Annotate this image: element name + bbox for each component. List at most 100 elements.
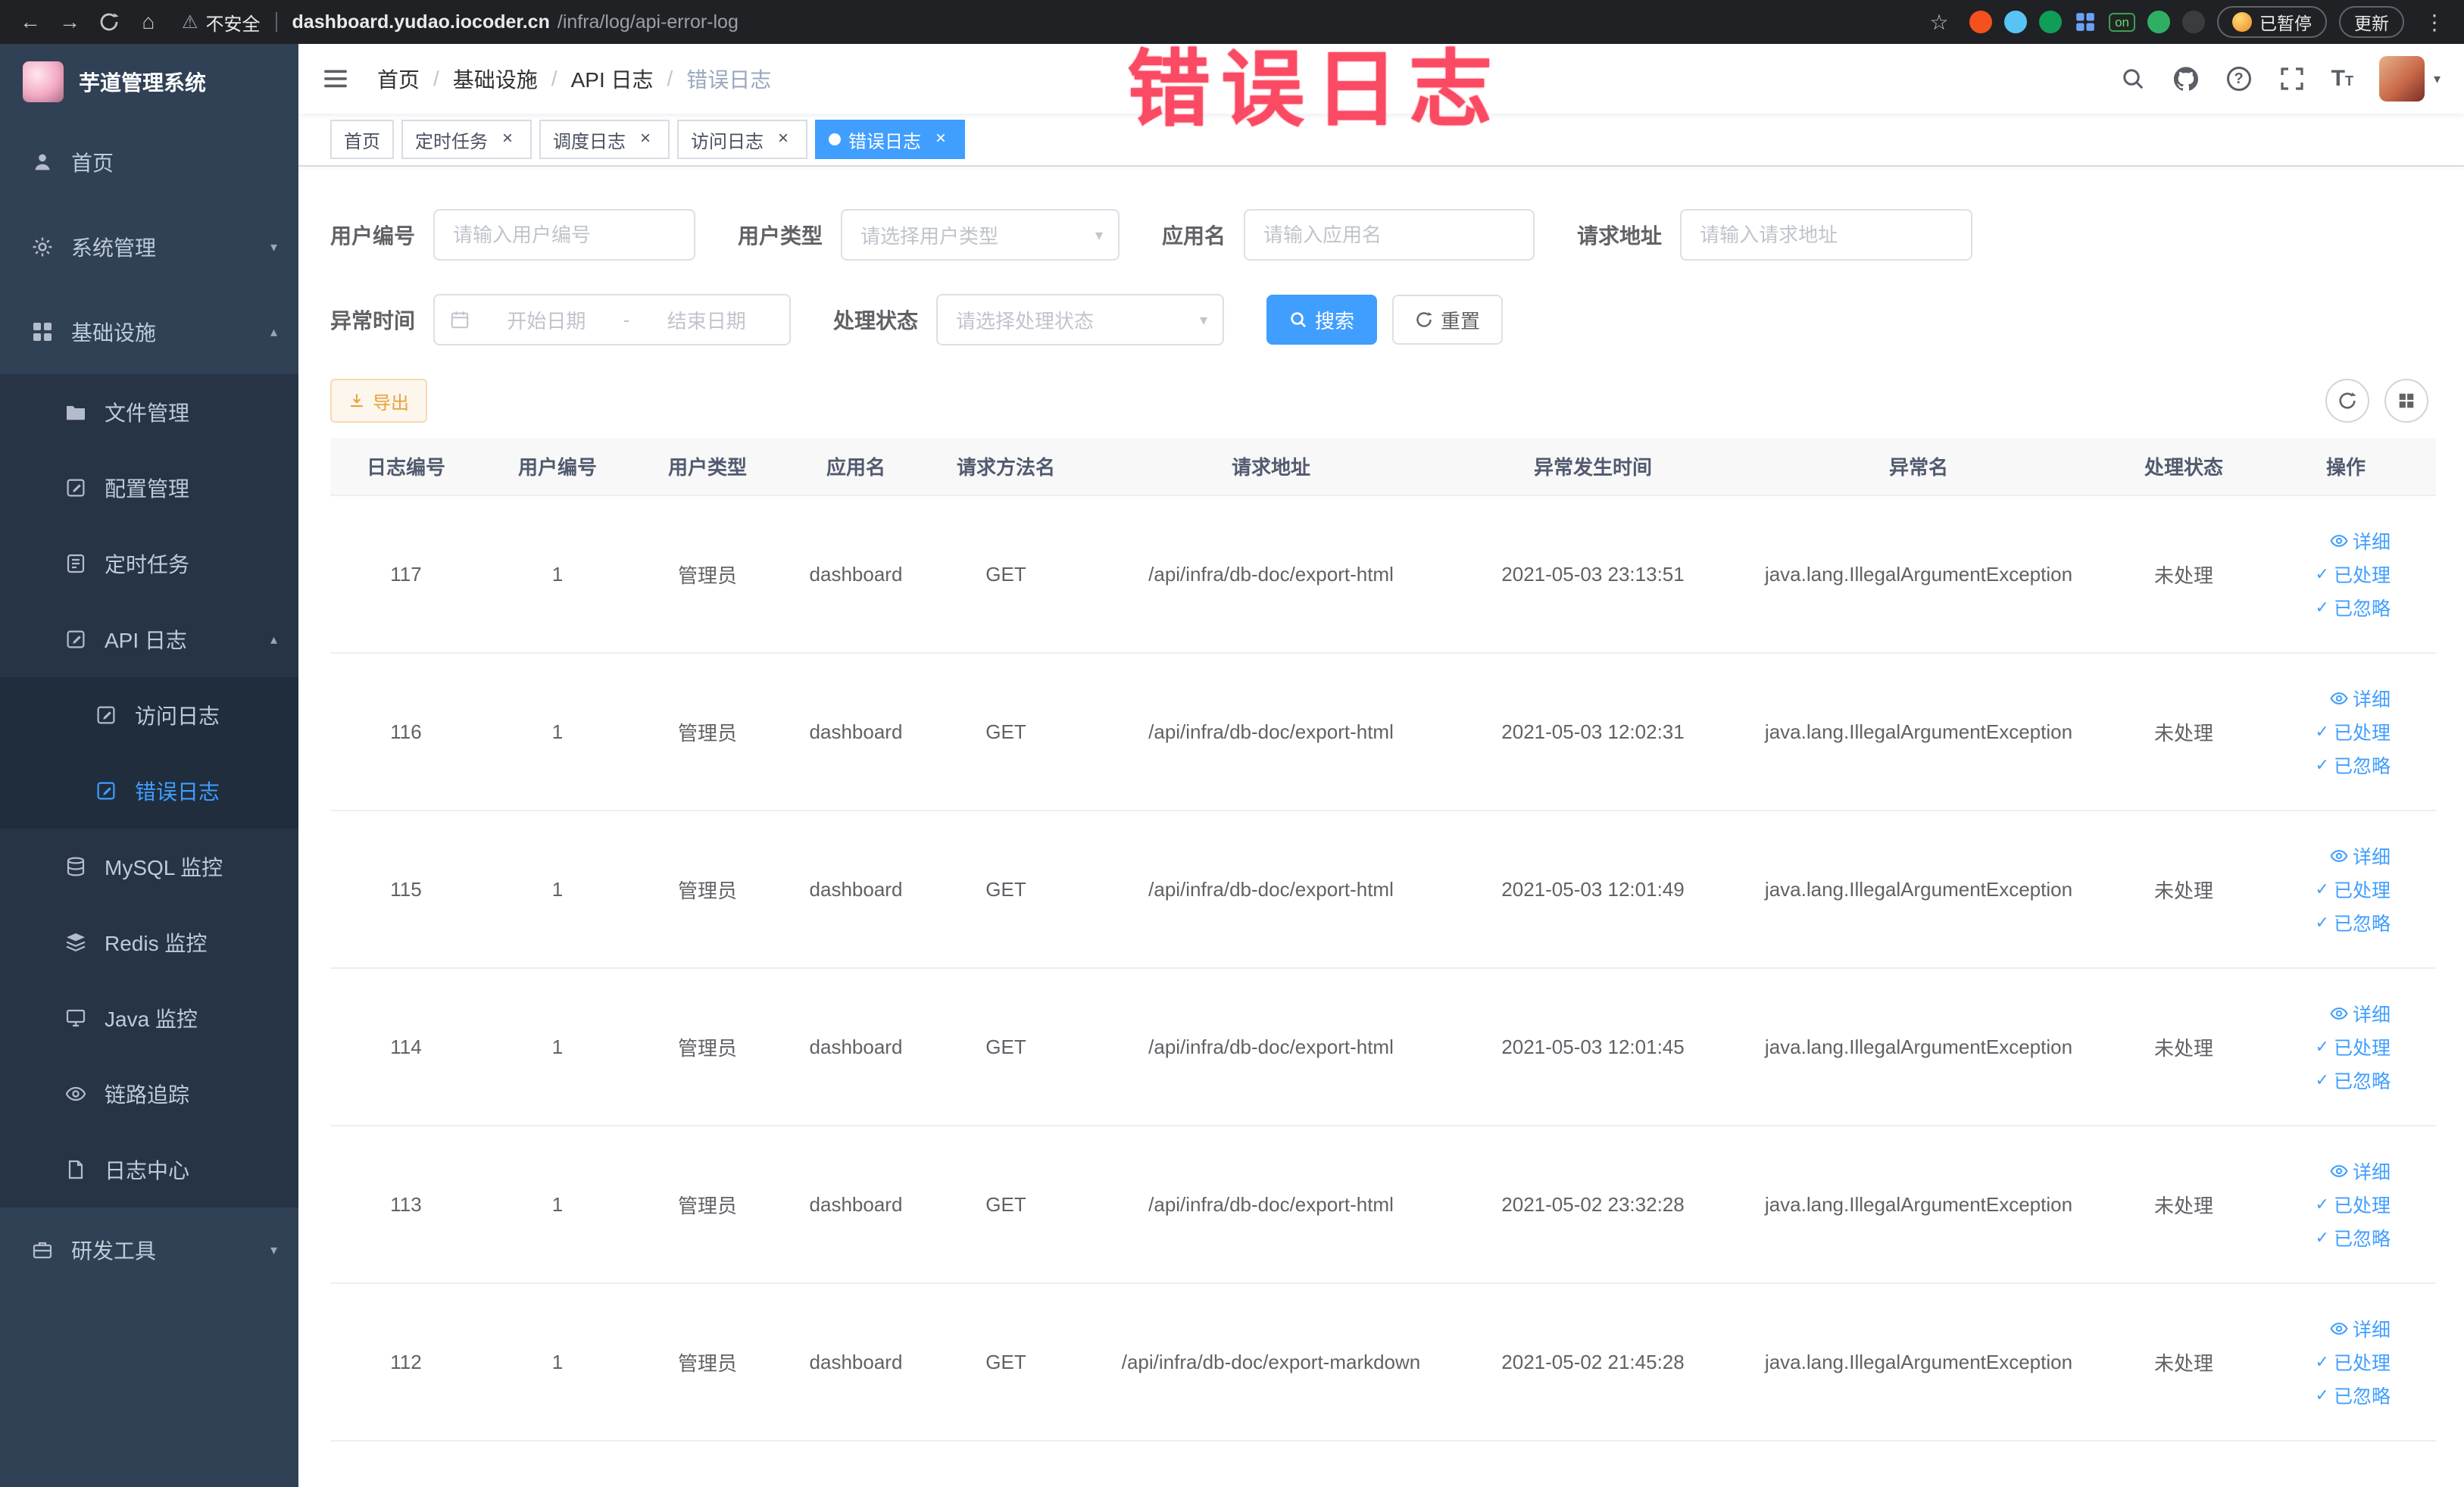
action-detail-link[interactable]: 详细 [2330,842,2391,870]
action-detail-link[interactable]: 详细 [2330,1000,2391,1027]
sidebar-item-file-mgmt[interactable]: 文件管理 [0,374,298,450]
eye-icon [2330,1165,2348,1177]
sidebar-item-error-log[interactable]: 错误日志 [0,753,298,829]
cell-time: 2021-05-03 12:02:31 [1460,653,1725,811]
tab-close-icon[interactable]: × [497,129,518,150]
breadcrumb-infrastructure[interactable]: 基础设施 [453,64,538,94]
sidebar-item-trace[interactable]: 链路追踪 [0,1056,298,1132]
app-logo[interactable]: 芋道管理系统 [0,44,298,120]
browser-menu-icon[interactable]: ⋮ [2416,4,2453,40]
app-name-input[interactable] [1244,209,1535,261]
font-size-icon[interactable]: TT [2331,67,2353,90]
search-icon[interactable] [2119,65,2147,92]
action-ignored-link[interactable]: ✓ 已忽略 [2316,1224,2391,1251]
tab-dispatch-log[interactable]: 调度日志 × [539,120,670,159]
extension-blue-drop-icon[interactable] [2004,11,2028,33]
sidebar-item-system-mgmt[interactable]: 系统管理 ▾ [0,205,298,289]
action-processed-link[interactable]: ✓ 已处理 [2316,876,2391,903]
process-status-select[interactable]: 请选择处理状态 ▾ [936,294,1225,345]
browser-reload-icon[interactable] [91,4,127,40]
sidebar-item-java-monitor[interactable]: Java 监控 [0,980,298,1056]
sidebar-item-dev-tools[interactable]: 研发工具 ▾ [0,1207,298,1292]
chevron-down-icon: ▾ [270,1242,277,1257]
user-menu[interactable]: ▾ [2378,56,2441,102]
browser-forward-icon[interactable]: → [52,4,88,40]
extension-leaf-icon[interactable] [2147,11,2170,33]
cell-time: 2021-05-03 23:13:51 [1460,495,1725,654]
tab-close-icon[interactable]: × [635,129,656,150]
sidebar-item-api-log[interactable]: API 日志 ▴ [0,601,298,677]
filter-row-2: 异常时间 开始日期 - 结束日期 处理状态 请选择处理状态 ▾ 搜索 重置 [330,294,2428,345]
cell-method: GET [930,968,1082,1126]
sidebar-item-redis-monitor[interactable]: Redis 监控 [0,904,298,980]
cell-exception: java.lang.IllegalArgumentException [1725,1283,2112,1442]
bookmark-star-icon[interactable]: ☆ [1921,4,1957,40]
sidebar-item-log-center[interactable]: 日志中心 [0,1132,298,1207]
sidebar-item-infrastructure[interactable]: 基础设施 ▴ [0,289,298,374]
fullscreen-icon[interactable] [2278,65,2306,92]
search-button[interactable]: 搜索 [1266,295,1378,345]
action-detail-link[interactable]: 详细 [2330,1315,2391,1342]
breadcrumb-api-log[interactable]: API 日志 [571,64,654,94]
extension-orange-icon[interactable] [1969,11,1993,33]
tab-close-icon[interactable]: × [773,129,794,150]
collapse-sidebar-button[interactable] [323,64,353,94]
action-processed-link[interactable]: ✓ 已处理 [2316,561,2391,588]
reset-button[interactable]: 重置 [1392,295,1504,345]
export-button[interactable]: 导出 [330,379,427,423]
table-row: 113 1 管理员 dashboard GET/api/infra/db-doc/exp… [330,1126,2436,1284]
paused-button[interactable]: 已暂停 [2217,6,2327,38]
user-type-select[interactable]: 请选择用户类型 ▾ [841,209,1120,261]
action-detail-link[interactable]: 详细 [2330,527,2391,555]
toolbox-icon [30,1239,55,1261]
cell-time: 2021-05-02 23:32:28 [1460,1126,1725,1284]
browser-back-icon[interactable]: ← [12,4,48,40]
extension-on-badge-icon[interactable]: on [2109,12,2135,32]
action-ignored-link[interactable]: ✓ 已忽略 [2316,1382,2391,1409]
update-button[interactable]: 更新 [2339,6,2404,38]
eye-icon [2330,692,2348,704]
browser-home-icon[interactable]: ⌂ [130,4,167,40]
table-toolbar: 导出 [330,379,2428,423]
sidebar-item-home[interactable]: 首页 [0,120,298,205]
process-status-label: 处理状态 [833,309,919,333]
user-avatar[interactable] [2378,56,2425,102]
sidebar-item-access-log[interactable]: 访问日志 [0,677,298,753]
breadcrumb-home[interactable]: 首页 [377,64,420,94]
action-detail-link[interactable]: 详细 [2330,685,2391,712]
action-ignored-link[interactable]: ✓ 已忽略 [2316,1067,2391,1094]
github-icon[interactable] [2172,65,2200,92]
user-id-input[interactable] [433,209,696,261]
cell-id: 114 [330,968,482,1126]
tab-home[interactable]: 首页 [330,120,394,159]
tab-access-log[interactable]: 访问日志 × [677,120,807,159]
request-url-input[interactable] [1680,209,1973,261]
sidebar-item-mysql-monitor[interactable]: MySQL 监控 [0,829,298,904]
action-processed-link[interactable]: ✓ 已处理 [2316,1348,2391,1376]
extension-green-icon[interactable] [2039,11,2063,33]
column-settings-button[interactable] [2384,379,2428,423]
tab-scheduled-tasks[interactable]: 定时任务 × [401,120,532,159]
action-ignored-link[interactable]: ✓ 已忽略 [2316,909,2391,936]
action-processed-link[interactable]: ✓ 已处理 [2316,718,2391,745]
action-processed-link[interactable]: ✓ 已处理 [2316,1191,2391,1218]
action-ignored-link[interactable]: ✓ 已忽略 [2316,594,2391,621]
tab-close-icon[interactable]: × [930,129,951,150]
sidebar-item-config-mgmt[interactable]: 配置管理 [0,450,298,526]
refresh-table-button[interactable] [2325,379,2369,423]
extension-grid-icon[interactable] [2074,11,2097,33]
eye-icon [64,1083,88,1104]
help-icon[interactable]: ? [2225,65,2253,92]
extension-paw-icon[interactable] [2182,11,2205,33]
filter-request-url: 请求地址 [1577,209,1973,261]
tab-error-log[interactable]: 错误日志 × [815,120,965,159]
filter-exception-time: 异常时间 开始日期 - 结束日期 [330,294,792,345]
sidebar-item-scheduled-tasks[interactable]: 定时任务 [0,526,298,601]
date-range-picker[interactable]: 开始日期 - 结束日期 [433,294,792,345]
address-bar[interactable]: ⚠ 不安全 dashboard.yudao.iocoder.cn /infra/… [182,9,1918,36]
chevron-up-icon: ▴ [270,631,277,647]
filter-row-1: 用户编号 用户类型 请选择用户类型 ▾ 应用名 请求地址 [330,209,2428,261]
action-processed-link[interactable]: ✓ 已处理 [2316,1033,2391,1061]
action-detail-link[interactable]: 详细 [2330,1157,2391,1185]
action-ignored-link[interactable]: ✓ 已忽略 [2316,751,2391,779]
